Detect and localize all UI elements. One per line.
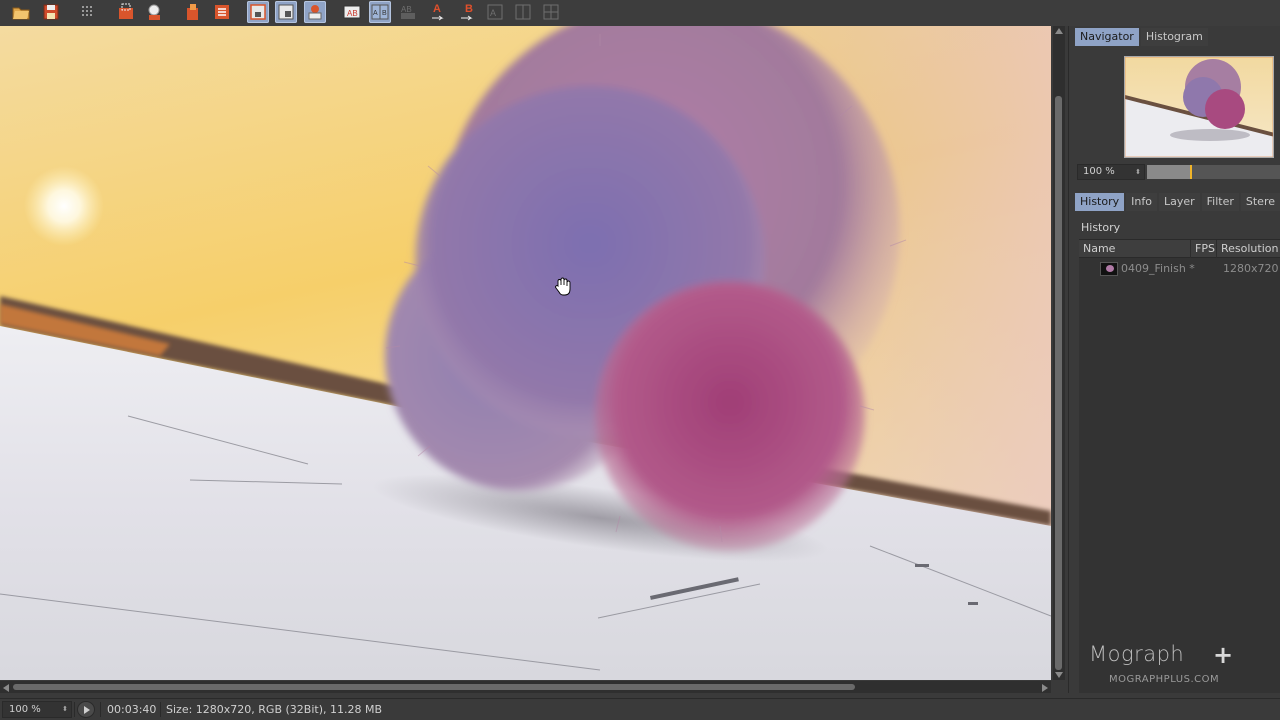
navigator-tabs: Navigator Histogram bbox=[1075, 28, 1208, 46]
svg-text:AB: AB bbox=[347, 9, 358, 18]
watermark-plus: + bbox=[1213, 641, 1234, 669]
vertical-scrollbar[interactable] bbox=[1053, 26, 1065, 680]
navigator-thumbnail[interactable] bbox=[1124, 56, 1274, 158]
ab-swap-icon[interactable]: AB bbox=[397, 1, 419, 23]
divider bbox=[74, 702, 75, 717]
magnifier-icon[interactable] bbox=[144, 1, 166, 23]
history-tabs: History Info Layer Filter Stere bbox=[1075, 193, 1280, 211]
history-list: Name FPS Resolution 0409_Finish * 1280x7… bbox=[1079, 239, 1280, 693]
svg-text:B: B bbox=[465, 3, 473, 15]
compare-grid-icon[interactable] bbox=[540, 1, 562, 23]
column-name[interactable]: Name bbox=[1079, 240, 1191, 258]
tab-histogram[interactable]: Histogram bbox=[1140, 28, 1208, 46]
navigator-zoom-value: 100 % bbox=[1083, 166, 1115, 177]
tab-navigator[interactable]: Navigator bbox=[1075, 28, 1139, 46]
region-select-icon[interactable] bbox=[115, 1, 137, 23]
history-row-name: 0409_Finish * bbox=[1121, 262, 1195, 275]
save-icon[interactable] bbox=[40, 1, 62, 23]
svg-text:A: A bbox=[433, 3, 441, 15]
layer-list-icon[interactable] bbox=[211, 1, 233, 23]
scroll-right-icon[interactable] bbox=[1042, 684, 1048, 692]
history-header: Name FPS Resolution bbox=[1079, 240, 1280, 258]
right-panel: Navigator Histogram 100 % ⬍ History Info… bbox=[1068, 26, 1280, 693]
image-viewport[interactable] bbox=[0, 26, 1051, 680]
history-title: History bbox=[1081, 221, 1121, 234]
compare-right-icon[interactable] bbox=[512, 1, 534, 23]
navigator-zoom-slider[interactable] bbox=[1147, 165, 1280, 179]
spinner-icon[interactable]: ⬍ bbox=[62, 702, 68, 717]
frame-view-icon[interactable] bbox=[247, 1, 269, 23]
copy-layer-icon[interactable] bbox=[182, 1, 204, 23]
scroll-down-icon[interactable] bbox=[1055, 672, 1063, 678]
main-toolbar: AB AB AB A B A bbox=[0, 0, 1280, 26]
a-marker-icon[interactable]: A bbox=[427, 1, 449, 23]
tab-history[interactable]: History bbox=[1075, 193, 1125, 211]
watermark-logo: Mograph + MOGRAPHPLUS.COM bbox=[1089, 642, 1280, 688]
tab-filter[interactable]: Filter bbox=[1201, 193, 1239, 211]
horizontal-scrollbar[interactable] bbox=[0, 681, 1051, 693]
navigator-zoom-row: 100 % ⬍ bbox=[1077, 164, 1280, 180]
svg-text:A: A bbox=[490, 8, 496, 18]
history-row-resolution: 1280x720 bbox=[1223, 262, 1279, 275]
svg-text:A: A bbox=[373, 10, 378, 17]
status-image-info: Size: 1280x720, RGB (32Bit), 11.28 MB bbox=[166, 703, 382, 716]
status-zoom-field[interactable]: 100 % ⬍ bbox=[2, 701, 72, 718]
ab-compare-icon[interactable]: AB bbox=[341, 1, 363, 23]
filter-icon[interactable] bbox=[304, 1, 326, 23]
scroll-up-icon[interactable] bbox=[1055, 28, 1063, 34]
compare-left-icon[interactable]: A bbox=[484, 1, 506, 23]
svg-text:AB: AB bbox=[401, 5, 412, 14]
play-button[interactable] bbox=[77, 701, 95, 718]
spinner-icon[interactable]: ⬍ bbox=[1135, 165, 1141, 179]
zoom-slider-knob[interactable] bbox=[1190, 165, 1192, 179]
vertical-scroll-thumb[interactable] bbox=[1055, 96, 1062, 670]
column-resolution[interactable]: Resolution bbox=[1217, 240, 1280, 258]
scroll-left-icon[interactable] bbox=[3, 684, 9, 692]
svg-text:B: B bbox=[382, 10, 387, 17]
history-row[interactable]: 0409_Finish * 1280x720 bbox=[1079, 260, 1280, 278]
status-zoom-value: 100 % bbox=[9, 704, 41, 715]
ab-split-icon[interactable]: AB bbox=[369, 1, 391, 23]
frame-view-alt-icon[interactable] bbox=[275, 1, 297, 23]
rendered-image bbox=[0, 26, 1051, 680]
watermark-url: MOGRAPHPLUS.COM bbox=[1109, 674, 1220, 685]
navigator-zoom-field[interactable]: 100 % ⬍ bbox=[1077, 164, 1145, 180]
column-fps[interactable]: FPS bbox=[1191, 240, 1217, 258]
zoom-slider-fill bbox=[1147, 165, 1191, 179]
divider bbox=[100, 702, 101, 717]
open-folder-icon[interactable] bbox=[10, 1, 32, 23]
horizontal-scroll-thumb[interactable] bbox=[13, 684, 855, 690]
b-marker-icon[interactable]: B bbox=[456, 1, 478, 23]
grid-dots-icon[interactable] bbox=[77, 1, 99, 23]
tab-info[interactable]: Info bbox=[1126, 193, 1157, 211]
status-bar: 100 % ⬍ 00:03:40 Size: 1280x720, RGB (32… bbox=[0, 698, 1280, 720]
divider bbox=[160, 702, 161, 717]
history-row-thumbnail bbox=[1100, 262, 1118, 276]
status-timecode: 00:03:40 bbox=[107, 703, 157, 716]
watermark-brand: Mograph bbox=[1089, 642, 1185, 666]
tab-stereo[interactable]: Stere bbox=[1240, 193, 1280, 211]
tab-layer[interactable]: Layer bbox=[1158, 193, 1200, 211]
navigator-preview-image bbox=[1125, 57, 1273, 157]
